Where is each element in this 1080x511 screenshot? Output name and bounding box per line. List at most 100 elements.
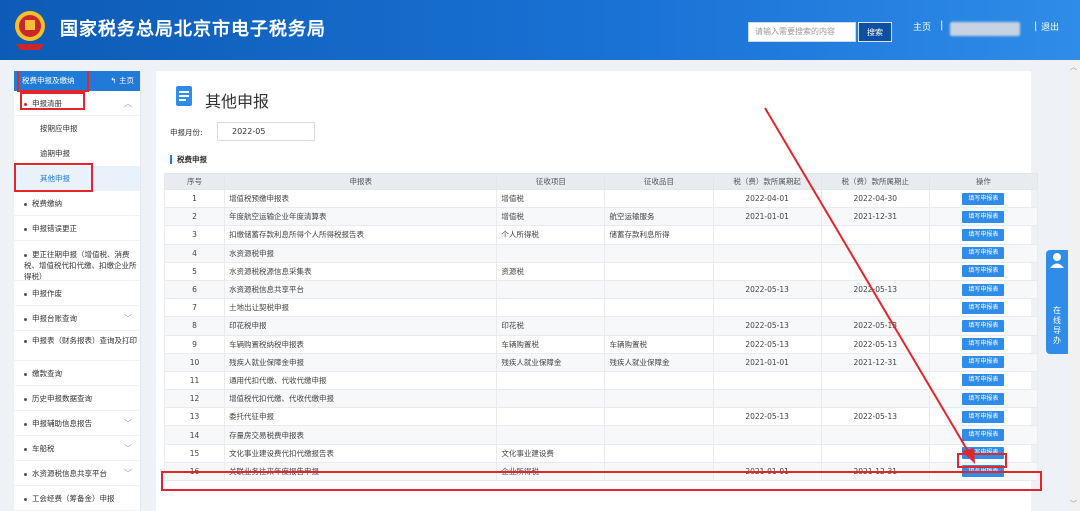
table-cell-end: 2022-05-13	[820, 316, 930, 336]
sidebar-item-water-platform[interactable]: 水资源税信息共享平台 ﹀	[14, 461, 140, 486]
logout-link[interactable]: 退出	[1041, 20, 1059, 33]
highlight-box	[14, 163, 93, 192]
sidebar-item-label: 车船税	[32, 444, 55, 453]
bullet-icon	[24, 397, 27, 401]
table-cell-form: 文化事业建设费代扣代缴报告表	[224, 443, 498, 463]
fill-form-button[interactable]: 填写申报表	[962, 192, 1005, 205]
fill-form-button[interactable]: 填写申报表	[962, 283, 1005, 296]
table-cell-item: 个人所得税	[496, 225, 606, 245]
chevron-down-icon: ﹀	[124, 469, 132, 478]
header-separator: |	[940, 20, 944, 31]
table-cell-start: 2022-05-13	[712, 279, 822, 300]
table-cell-start: 2022-05-13	[712, 407, 822, 427]
highlight-box	[957, 453, 1007, 468]
fill-form-button[interactable]: 填写申报表	[962, 210, 1005, 223]
fill-form-button[interactable]: 填写申报表	[962, 356, 1005, 369]
chevron-up-icon: ︿	[124, 99, 132, 108]
sidebar-item-void[interactable]: 申报作废	[14, 281, 140, 306]
table-cell-item: 资源税	[496, 261, 606, 281]
sidebar-item-history[interactable]: 历史申报数据查询	[14, 386, 140, 411]
table-cell-action: 填写申报表	[928, 316, 1039, 336]
table-cell-action: 填写申报表	[928, 334, 1039, 354]
top-header: 国家税务总局北京市电子税务局 请输入需要搜索的内容 搜索 主页 | | 退出	[0, 0, 1080, 60]
sidebar-item-correction[interactable]: 申报错误更正	[14, 216, 140, 241]
sidebar-item-label: 水资源税信息共享平台	[32, 469, 107, 478]
online-guide-label[interactable]: 在线导办	[1052, 306, 1062, 346]
table-row: 7 土地出让契税申报 填写申报表	[163, 298, 1039, 318]
table-cell-action: 填写申报表	[928, 425, 1039, 445]
table-cell-form: 印花税申报	[224, 316, 498, 336]
bullet-icon	[24, 339, 27, 343]
sidebar-item-other[interactable]: 其他申报	[14, 163, 140, 192]
table-cell-end	[820, 225, 930, 245]
sidebar-item-aux-info[interactable]: 申报辅助信息报告 ﹀	[14, 411, 140, 436]
search-button[interactable]: 搜索	[858, 22, 892, 42]
table-cell-action: 填写申报表	[928, 188, 1039, 209]
chevron-down-icon: ﹀	[124, 419, 132, 428]
sidebar-header[interactable]: 税费申报及缴纳 ↰ 主页	[14, 71, 140, 92]
table-cell-end	[820, 389, 930, 409]
fill-form-button[interactable]: 填写申报表	[962, 392, 1005, 405]
table-cell-item: 文化事业建设费	[496, 443, 606, 463]
sidebar-item-label: 缴款查询	[32, 369, 62, 378]
fill-form-button[interactable]: 填写申报表	[962, 265, 1005, 278]
table-cell-no: 6	[163, 279, 226, 300]
table-cell-no: 9	[163, 334, 226, 354]
sidebar-item-label: 申报作废	[32, 289, 62, 298]
page-scrollbar[interactable]: ︿ ﹀	[1068, 60, 1080, 511]
sidebar-item-periodic[interactable]: 按期应申报	[14, 116, 140, 141]
table-cell-item	[496, 243, 606, 263]
fill-form-button[interactable]: 填写申报表	[962, 247, 1005, 260]
table-row: 11 通用代扣代缴、代收代缴申报 填写申报表	[163, 370, 1039, 391]
table-cell-start	[712, 389, 822, 409]
table-cell-start	[712, 298, 822, 318]
sidebar-item-payment[interactable]: 税费缴纳	[14, 191, 140, 216]
table-cell-sub	[604, 261, 714, 281]
table-cell-sub	[604, 443, 714, 463]
sidebar-item-union-fee[interactable]: 工会经费（筹备金）申报	[14, 486, 140, 511]
search-input[interactable]: 请输入需要搜索的内容	[748, 22, 856, 42]
table-body: 1 增值税预缴申报表 增值税 2022-04-01 2022-04-30 填写申报表 2 年度…	[163, 188, 1039, 482]
sidebar-item-correct-past[interactable]: 更正往期申报（增值税、消费税、增值税代扣代缴、扣缴企业所得税）	[14, 241, 140, 281]
table-cell-end: 2022-04-30	[820, 188, 930, 209]
table-cell-no: 15	[163, 443, 226, 463]
table-cell-sub: 车辆购置税	[604, 334, 714, 354]
fill-form-button[interactable]: 填写申报表	[962, 374, 1005, 387]
fill-form-button[interactable]: 填写申报表	[962, 338, 1005, 351]
online-guide-widget[interactable]: 在线导办	[1046, 250, 1068, 354]
table-cell-sub	[604, 407, 714, 427]
fill-form-button[interactable]: 填写申报表	[962, 410, 1005, 423]
customer-service-icon	[1050, 253, 1064, 268]
highlight-box	[161, 471, 1042, 491]
table-cell-no: 10	[163, 352, 226, 372]
sidebar-home-label[interactable]: 主页	[119, 76, 134, 85]
month-field[interactable]: 2022-05	[217, 122, 315, 141]
fill-form-button[interactable]: 填写申报表	[962, 228, 1005, 241]
table-cell-start	[712, 425, 822, 445]
home-link[interactable]: 主页	[913, 20, 931, 33]
fill-form-button[interactable]: 填写申报表	[962, 429, 1005, 442]
table-cell-start: 2021-01-01	[712, 207, 822, 227]
bullet-icon	[24, 292, 27, 296]
sidebar-item-report-print[interactable]: 申报表（财务报表）查询及打印 ﹀	[14, 331, 140, 361]
table-cell-form: 水资源税信息共享平台	[224, 279, 498, 300]
sidebar-item-vehicle-tax[interactable]: 车船税 ﹀	[14, 436, 140, 461]
document-icon	[176, 86, 192, 106]
sidebar-item-ledger[interactable]: 申报台账查询 ﹀	[14, 306, 140, 331]
table-row: 14 存量房交易税费申报表 填写申报表	[163, 425, 1039, 445]
scroll-down-icon[interactable]: ﹀	[1070, 499, 1077, 509]
table-cell-no: 11	[163, 370, 226, 391]
sidebar-item-declaration-list[interactable]: 申报清册 ︿	[14, 91, 140, 116]
scroll-up-icon[interactable]: ︿	[1070, 62, 1077, 72]
fill-form-button[interactable]: 填写申报表	[962, 301, 1005, 314]
bullet-icon	[24, 497, 27, 501]
sidebar-home-link[interactable]: ↰ 主页	[110, 71, 134, 91]
fill-form-button[interactable]: 填写申报表	[962, 319, 1005, 332]
sidebar-item-payment-query[interactable]: 缴款查询	[14, 361, 140, 386]
table-cell-end	[820, 298, 930, 318]
sidebar-item-label: 更正往期申报（增值税、消费税、增值税代扣代缴、扣缴企业所得税）	[24, 250, 137, 281]
bullet-icon	[24, 227, 27, 231]
bullet-icon	[24, 447, 27, 451]
table-cell-sub: 残疾人就业保障金	[604, 352, 714, 372]
site-title: 国家税务总局北京市电子税务局	[60, 19, 326, 40]
